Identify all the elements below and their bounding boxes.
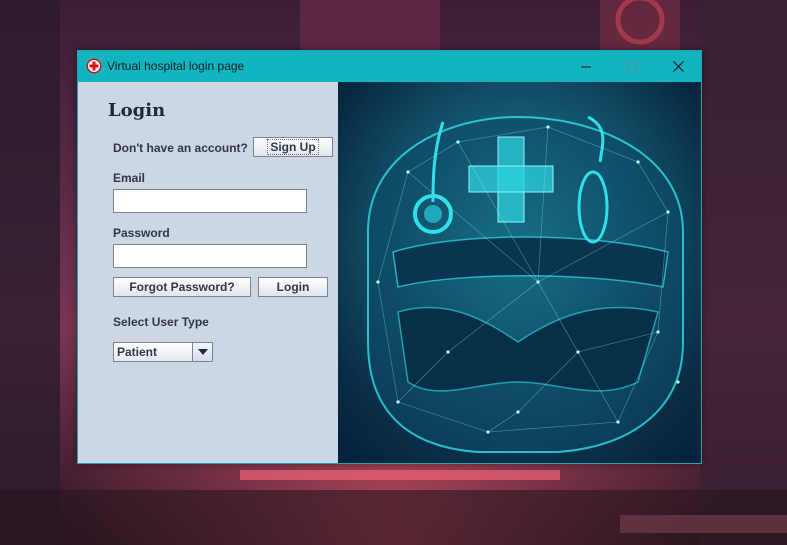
red-cross-icon (86, 58, 102, 74)
sign-up-label: Sign Up (267, 139, 319, 155)
password-label: Password (113, 226, 170, 240)
minimize-icon (581, 66, 591, 67)
login-form-panel: Login Don't have an account? Sign Up Ema… (78, 82, 338, 463)
login-button-label: Login (276, 280, 310, 294)
forgot-password-label: Forgot Password? (129, 280, 235, 294)
close-icon (672, 61, 684, 72)
user-type-selected-value: Patient (117, 345, 158, 359)
illustration-image (338, 82, 701, 463)
dropdown-arrow-button[interactable] (192, 343, 212, 361)
sign-up-button[interactable]: Sign Up (253, 137, 333, 157)
medical-helmet-illustration (338, 82, 701, 463)
window-title: Virtual hospital login page (107, 59, 245, 73)
login-button[interactable]: Login (258, 277, 328, 297)
forgot-password-button[interactable]: Forgot Password? (113, 277, 251, 297)
login-heading: Login (108, 100, 166, 121)
user-type-select[interactable]: Patient (113, 342, 213, 362)
maximize-icon (627, 61, 637, 72)
password-field[interactable] (113, 244, 307, 268)
user-type-label: Select User Type (113, 315, 209, 329)
maximize-button[interactable] (609, 51, 655, 82)
chevron-down-icon (197, 349, 208, 355)
login-window: Virtual hospital login page Login Don't … (77, 50, 702, 464)
no-account-text: Don't have an account? (113, 141, 248, 155)
close-button[interactable] (655, 51, 701, 82)
title-bar[interactable]: Virtual hospital login page (78, 51, 701, 82)
email-label: Email (113, 171, 146, 185)
email-field[interactable] (113, 189, 307, 213)
minimize-button[interactable] (563, 51, 609, 82)
